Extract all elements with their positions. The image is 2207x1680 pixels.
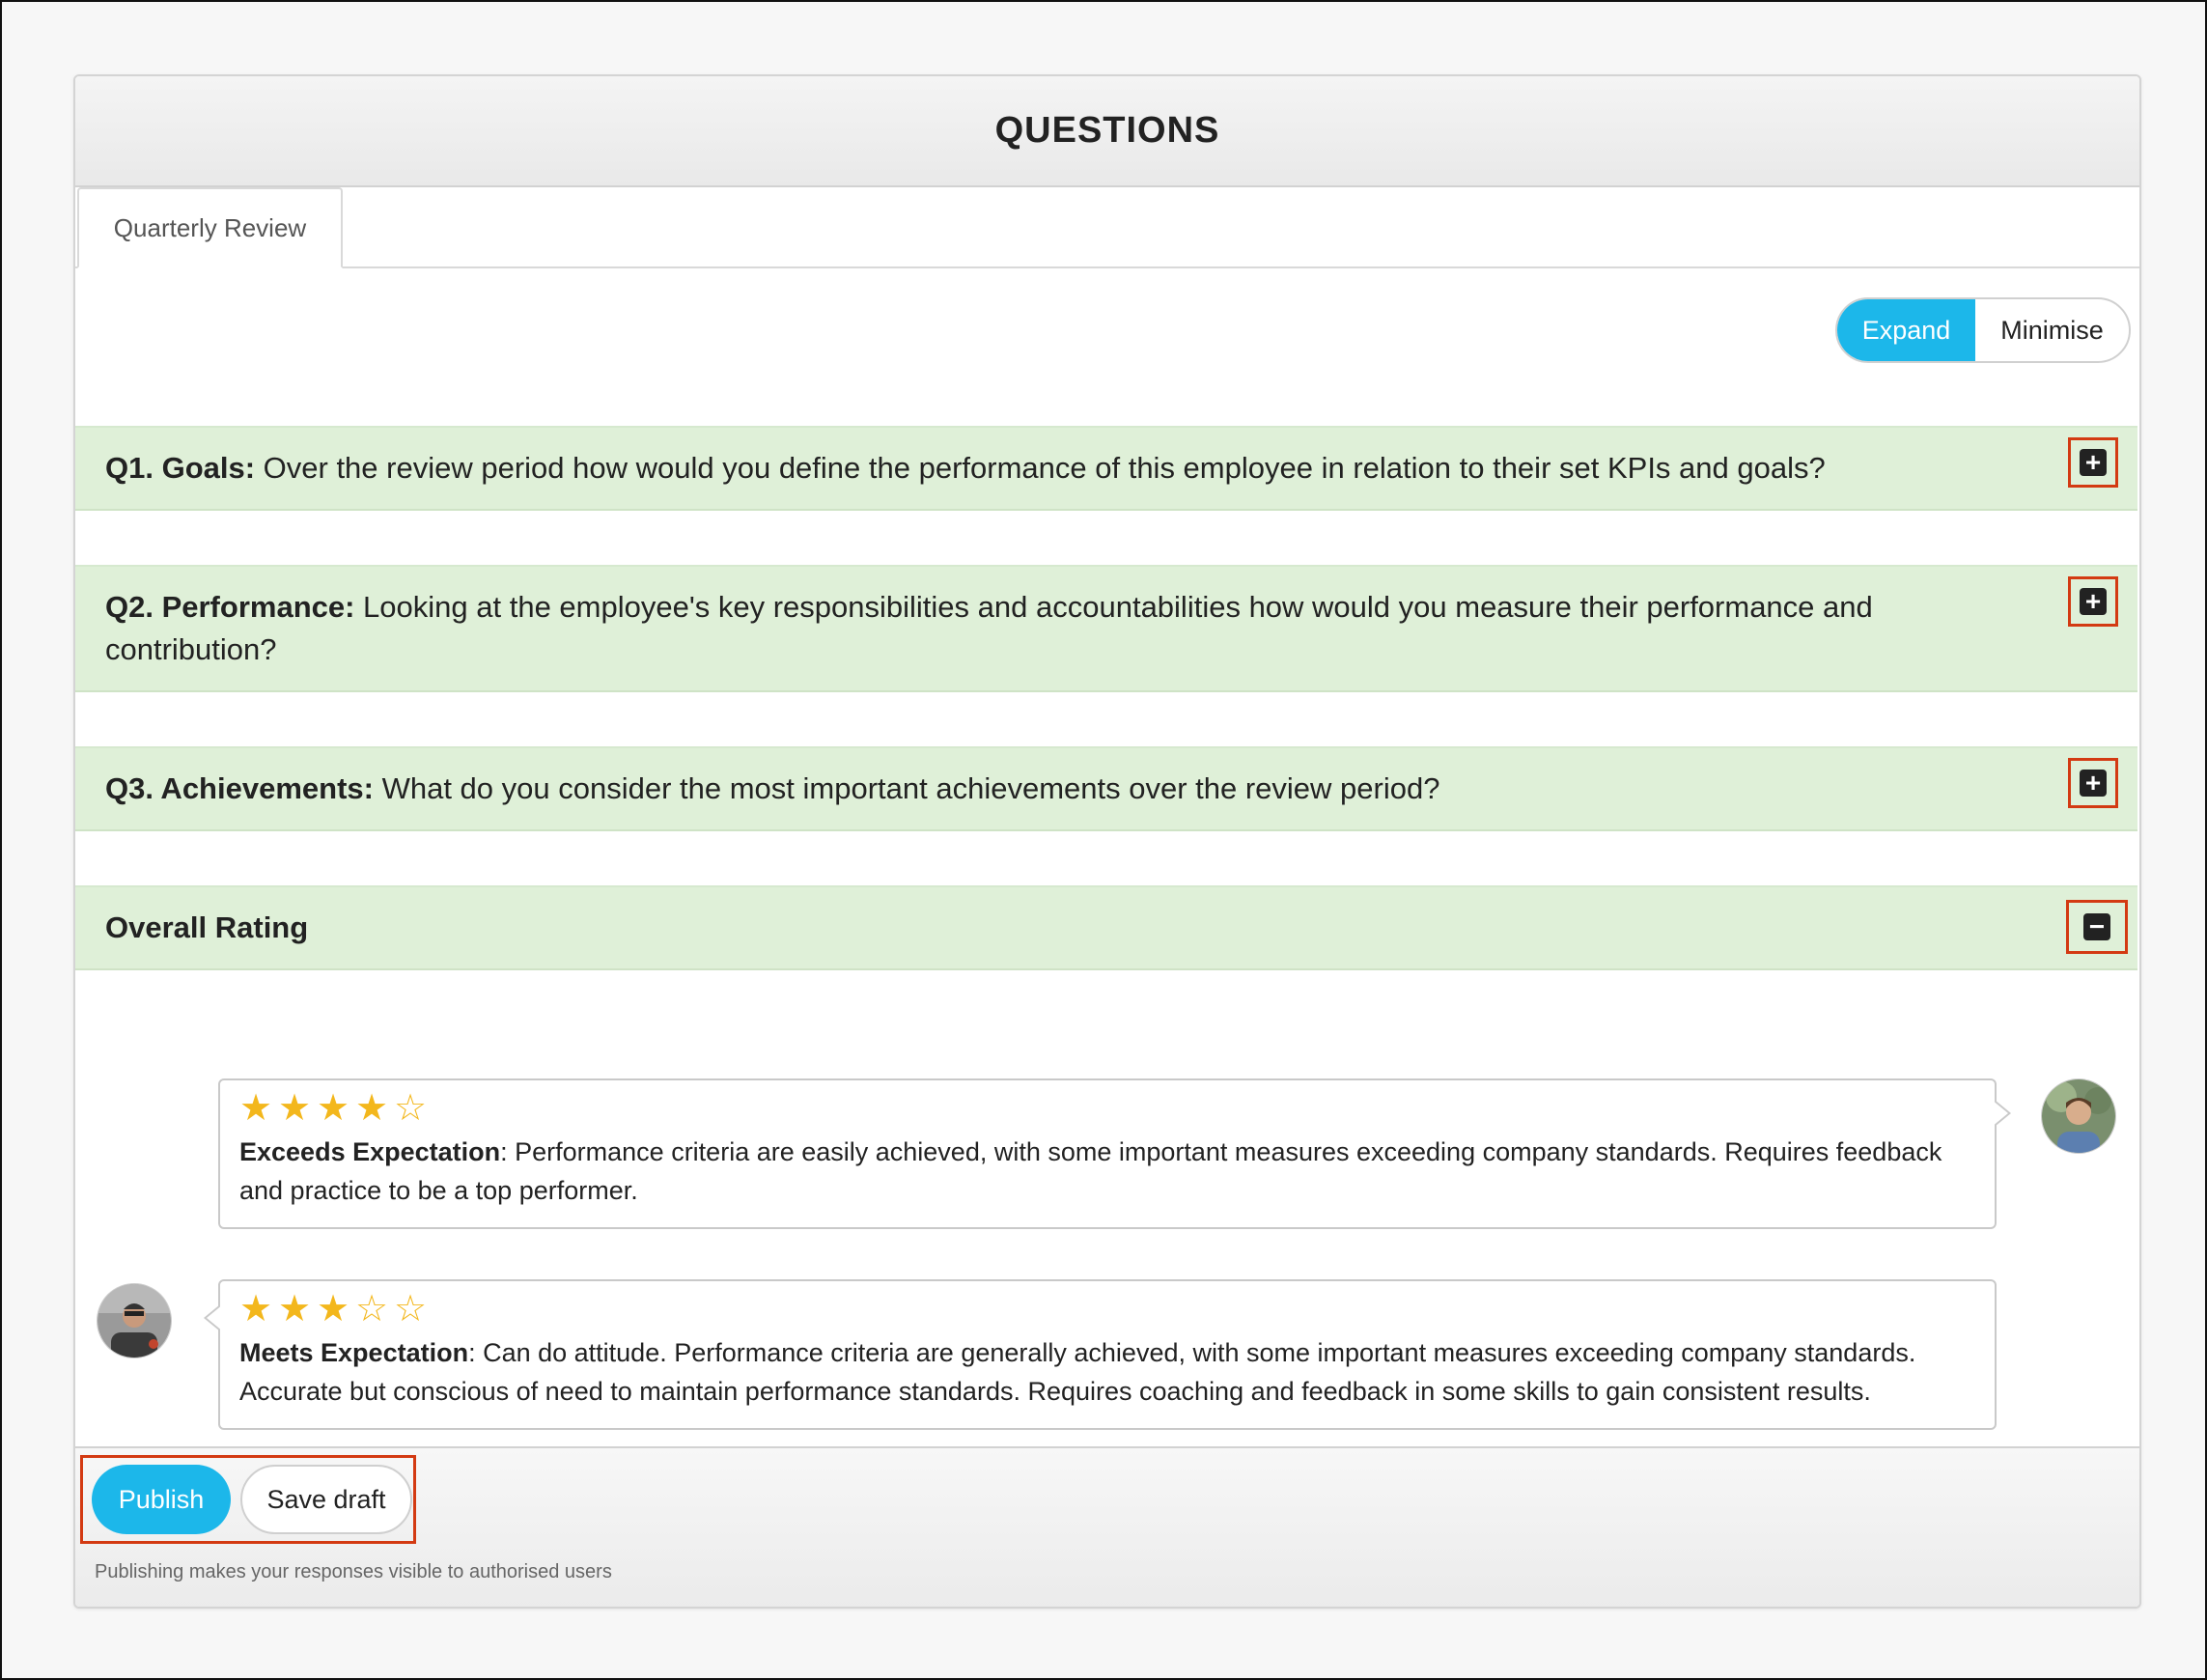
question-row-q2[interactable]: Q2. Performance: Looking at the employee… — [75, 565, 2137, 692]
plus-icon: + — [2080, 770, 2107, 797]
overall-rating-title: Overall Rating — [105, 907, 1983, 949]
panel-header: QUESTIONS — [75, 76, 2139, 187]
question-number: Q1. Goals: — [105, 451, 256, 485]
rating-text: : Can do attitude. Performance criteria … — [239, 1338, 1916, 1406]
star-rating: ★ ★ ★ ★ ☆ — [239, 1088, 1975, 1129]
star-filled-icon: ★ — [355, 1088, 391, 1129]
expand-q1-button[interactable]: + — [2068, 437, 2118, 488]
plus-icon: + — [2080, 588, 2107, 615]
rating-label: Exceeds Expectation — [239, 1137, 501, 1166]
rating-description: Exceeds Expectation: Performance criteri… — [239, 1133, 1975, 1210]
question-text: Q1. Goals: Over the review period how wo… — [105, 447, 1983, 490]
save-draft-button[interactable]: Save draft — [240, 1465, 412, 1534]
plus-icon: + — [2080, 449, 2107, 476]
question-body: What do you consider the most important … — [373, 771, 1440, 805]
question-number: Q3. Achievements: — [105, 771, 374, 805]
star-filled-icon: ★ — [239, 1289, 275, 1330]
question-body: Looking at the employee's key responsibi… — [105, 590, 1873, 666]
tab-quarterly-review[interactable]: Quarterly Review — [77, 187, 343, 268]
question-number: Q2. Performance: — [105, 590, 355, 624]
star-empty-icon: ☆ — [394, 1088, 430, 1129]
tab-bar: Quarterly Review — [75, 187, 2139, 268]
publish-note: Publishing makes your responses visible … — [95, 1561, 612, 1582]
footer-bar: Publish Save draft Publishing makes your… — [75, 1446, 2139, 1607]
star-empty-icon: ☆ — [394, 1289, 430, 1330]
star-rating: ★ ★ ★ ☆ ☆ — [239, 1289, 1975, 1330]
rating-response-1: ★ ★ ★ ★ ☆ Exceeds Expectation: Performance c… — [218, 1078, 2011, 1229]
expand-q2-button[interactable]: + — [2068, 576, 2118, 627]
star-filled-icon: ★ — [317, 1088, 352, 1129]
overall-rating-row[interactable]: Overall Rating − — [75, 885, 2137, 970]
publish-button[interactable]: Publish — [92, 1465, 231, 1534]
question-text: Q3. Achievements: What do you consider t… — [105, 768, 1983, 810]
minimise-button[interactable]: Minimise — [1975, 299, 2129, 361]
overall-rating-body: ★ ★ ★ ★ ☆ Exceeds Expectation: Performance c… — [75, 970, 2137, 1465]
overall-rating-label: Overall Rating — [105, 910, 309, 944]
employee-avatar — [97, 1283, 172, 1358]
rating-label: Meets Expectation — [239, 1338, 469, 1367]
star-filled-icon: ★ — [239, 1088, 275, 1129]
question-body: Over the review period how would you def… — [255, 451, 1826, 485]
question-text: Q2. Performance: Looking at the employee… — [105, 586, 1983, 671]
manager-avatar — [2041, 1078, 2116, 1154]
collapse-overall-rating-button[interactable]: − — [2066, 900, 2128, 954]
expand-q3-button[interactable]: + — [2068, 758, 2118, 808]
star-filled-icon: ★ — [278, 1088, 314, 1129]
question-row-q3[interactable]: Q3. Achievements: What do you consider t… — [75, 746, 2137, 831]
star-filled-icon: ★ — [278, 1289, 314, 1330]
page-title: QUESTIONS — [994, 110, 1220, 151]
star-empty-icon: ☆ — [355, 1289, 391, 1330]
rating-description: Meets Expectation: Can do attitude. Perf… — [239, 1333, 1975, 1411]
minus-icon: − — [2083, 913, 2110, 940]
star-filled-icon: ★ — [317, 1289, 352, 1330]
expand-button[interactable]: Expand — [1837, 299, 1975, 361]
rating-response-2: ★ ★ ★ ☆ ☆ Meets Expectation: Can do attitude… — [204, 1279, 1997, 1430]
question-row-q1[interactable]: Q1. Goals: Over the review period how wo… — [75, 426, 2137, 511]
questions-panel: QUESTIONS Quarterly Review Expand Minimi… — [73, 74, 2141, 1609]
view-toggle: Expand Minimise — [1835, 297, 2131, 363]
